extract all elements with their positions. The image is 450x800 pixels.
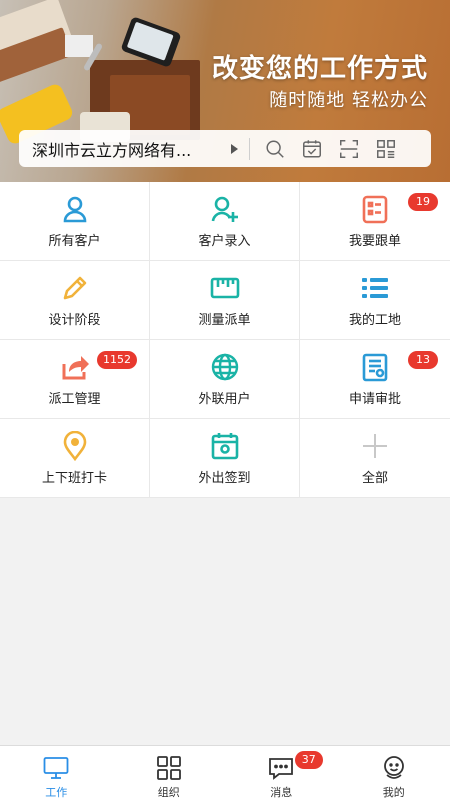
grid-item-label: 测量派单 [198,312,251,328]
grid-item-design-stage[interactable]: 设计阶段 [0,261,150,340]
pencil-icon [63,276,86,299]
grid-item-label: 所有客户 [48,233,101,249]
bottom-tab-bar: 工作 组织 消息 37 我的 [0,745,450,800]
tab-label: 我的 [382,786,405,799]
plus-icon [363,433,387,458]
grid-item-follow-order[interactable]: 我要跟单 19 [300,182,450,261]
checkin-calendar-icon [211,432,238,459]
company-search-bar: 深圳市云立方网络有... [19,130,431,167]
tab-label: 工作 [45,786,68,799]
grid-icon [156,756,181,780]
grid-item-label: 上下班打卡 [41,470,107,486]
user-add-icon [211,196,238,222]
scan-icon[interactable] [338,138,360,160]
banner[interactable]: 改变您的工作方式 随时随地 轻松办公 深圳市云立方网络有... [0,0,450,182]
grid-item-my-site[interactable]: 我的工地 [300,261,450,340]
grid-item-all[interactable]: 全部 [300,419,450,498]
function-grid: 所有客户 客户录入 我要跟单 19 设计阶段 测量派单 我的工地 派工管理 11… [0,182,450,498]
grid-item-label: 我的工地 [348,312,401,328]
tab-messages[interactable]: 消息 37 [225,746,338,800]
grid-item-external-users[interactable]: 外联用户 [150,340,300,419]
grid-item-approval[interactable]: 申请审批 13 [300,340,450,419]
profile-icon [383,756,404,779]
grid-item-label: 我要跟单 [348,233,401,249]
monitor-icon [43,757,69,779]
company-dropdown-arrow-icon[interactable] [231,143,238,154]
calendar-check-icon[interactable] [301,138,323,160]
divider [249,137,250,160]
grid-item-label: 派工管理 [48,391,101,407]
grid-item-clock-in[interactable]: 上下班打卡 [0,419,150,498]
notification-badge: 19 [408,193,438,211]
grid-item-label: 外联用户 [198,391,251,407]
notification-badge: 13 [408,351,438,369]
company-selector[interactable]: 深圳市云立方网络有... [19,137,207,161]
tab-profile[interactable]: 我的 [338,746,450,800]
document-icon [362,353,388,381]
list-icon [362,277,388,298]
qrcode-icon[interactable] [375,138,397,160]
grid-item-label: 外出签到 [198,470,251,486]
grid-item-label: 申请审批 [348,391,401,407]
tab-organization[interactable]: 组织 [113,746,226,800]
order-icon [362,195,388,223]
grid-item-dispatch-management[interactable]: 派工管理 1152 [0,340,150,419]
message-icon [269,758,294,780]
share-icon [62,355,89,379]
tab-work[interactable]: 工作 [0,746,113,800]
user-icon [63,196,86,222]
grid-item-label: 设计阶段 [48,312,101,328]
grid-item-label: 全部 [361,470,388,486]
location-pin-icon [63,430,86,461]
tab-label: 消息 [270,786,293,799]
notification-badge: 1152 [97,351,137,369]
grid-item-field-checkin[interactable]: 外出签到 [150,419,300,498]
globe-icon [211,353,238,380]
grid-item-add-customer[interactable]: 客户录入 [150,182,300,261]
message-count-badge: 37 [294,751,323,769]
ruler-icon [210,277,239,298]
banner-slogan-main: 改变您的工作方式 [211,54,428,84]
grid-item-label: 客户录入 [198,233,251,249]
house-model-decoration [65,35,93,57]
search-icon[interactable] [264,138,286,160]
grid-item-measure-dispatch[interactable]: 测量派单 [150,261,300,340]
banner-slogan-sub: 随时随地 轻松办公 [269,90,428,111]
tab-label: 组织 [157,786,180,799]
grid-item-all-customers[interactable]: 所有客户 [0,182,150,261]
